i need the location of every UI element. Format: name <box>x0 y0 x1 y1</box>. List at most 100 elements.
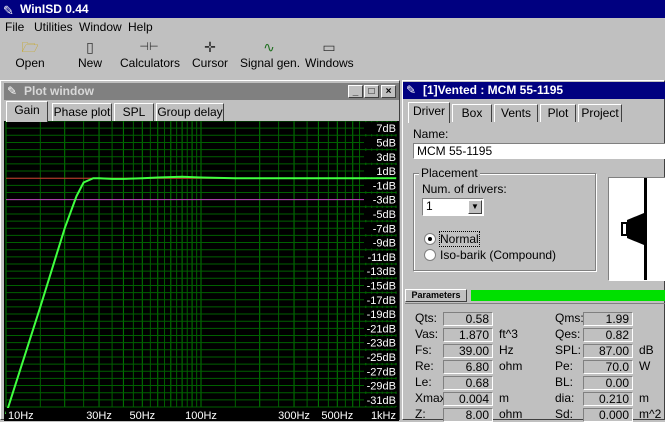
plot-window-title: Plot window <box>24 84 94 98</box>
chevron-down-icon[interactable]: ▼ <box>468 200 482 214</box>
cursor-button[interactable]: ✛ Cursor <box>190 38 230 76</box>
y-tick-label: -27dB <box>367 366 396 378</box>
x-tick-label: 10Hz <box>8 410 34 421</box>
menu-utilities[interactable]: Utilities <box>34 20 73 34</box>
param-value[interactable]: 70.0 <box>583 360 633 374</box>
close-button[interactable]: × <box>381 85 396 98</box>
y-tick-label: -23dB <box>367 338 396 350</box>
signal-gen-button[interactable]: ∿ Signal gen. <box>240 38 301 76</box>
y-tick-label: -5dB <box>373 209 396 221</box>
num-drivers-select[interactable]: 1 ▼ <box>422 198 484 216</box>
param-name: Z: <box>415 407 426 421</box>
param-value[interactable]: 39.00 <box>443 344 493 358</box>
driver-window-title: [1]Vented : MCM 55-1195 <box>423 83 564 97</box>
plot-tabs: Gain Phase plot SPL Group delay <box>4 101 399 122</box>
param-name: Re: <box>415 359 434 373</box>
signal-gen-label: Signal gen. <box>240 56 301 70</box>
new-button[interactable]: ▯ New <box>72 38 108 76</box>
param-unit: ft^3 <box>499 327 518 341</box>
divider <box>405 303 665 304</box>
menu-window[interactable]: Window <box>79 20 122 34</box>
open-label: Open <box>15 56 45 70</box>
tab-phase-plot[interactable]: Phase plot <box>52 103 112 121</box>
y-tick-label: 3dB <box>376 152 396 164</box>
plot-window-icon: ✎ <box>7 84 18 98</box>
app-title-bar: ✎ WinISD 0.44 <box>0 0 665 18</box>
placement-group: Placement Num. of drivers: 1 ▼ Normal Is… <box>413 166 596 271</box>
num-drivers-value: 1 <box>426 199 433 213</box>
param-name: Qts: <box>415 311 438 325</box>
driver-name-field[interactable]: MCM 55-1195 <box>413 143 665 159</box>
calculators-label: Calculators <box>120 56 181 70</box>
calculator-icon: ⊣⊢ <box>139 41 159 53</box>
param-value[interactable]: 1.99 <box>583 312 633 326</box>
menu-file[interactable]: File <box>5 20 24 34</box>
param-unit: Hz <box>499 343 514 357</box>
param-value[interactable]: 1.870 <box>443 328 493 342</box>
tab-spl[interactable]: SPL <box>114 103 154 121</box>
tab-project[interactable]: Project <box>578 104 622 122</box>
x-tick-label: 50Hz <box>129 410 155 421</box>
param-name: BL: <box>555 375 574 389</box>
cursor-label: Cursor <box>191 56 228 70</box>
driver-window-title-bar: ✎ [1]Vented : MCM 55-1195 <box>403 82 665 99</box>
x-tick-label: 1kHz <box>371 410 396 421</box>
parameters-indicator <box>471 290 665 301</box>
driver-window-icon: ✎ <box>406 83 417 97</box>
toolbar: 🗁 Open ▯ New ⊣⊢ Calculators ✛ Cursor ∿ S… <box>0 38 665 76</box>
radio-iso-barik-label[interactable]: Iso-barik (Compound) <box>440 248 556 262</box>
app-title: WinISD 0.44 <box>20 2 89 16</box>
y-tick-label: -3dB <box>373 195 396 207</box>
radio-normal-dot <box>428 237 432 241</box>
menu-help[interactable]: Help <box>128 20 153 34</box>
param-unit: ohm <box>499 359 523 373</box>
param-value[interactable]: 0.004 <box>443 392 493 406</box>
plot-window: ✎ Plot window _ □ × Gain Phase plot SPL … <box>0 80 400 421</box>
driver-image <box>608 177 665 281</box>
y-tick-label: -9dB <box>373 238 396 250</box>
maximize-button[interactable]: □ <box>364 85 379 98</box>
calculators-button[interactable]: ⊣⊢ Calculators <box>120 38 181 76</box>
driver-window: ✎ [1]Vented : MCM 55-1195 Driver Box Ven… <box>402 80 665 422</box>
minimize-button[interactable]: _ <box>348 85 363 98</box>
param-value[interactable]: 0.68 <box>443 376 493 390</box>
param-value[interactable]: 0.210 <box>583 392 633 406</box>
param-value[interactable]: 0.58 <box>443 312 493 326</box>
tab-box[interactable]: Box <box>452 104 492 122</box>
y-tick-label: 7dB <box>376 123 396 135</box>
tab-driver[interactable]: Driver <box>408 102 450 123</box>
gain-plot[interactable]: 7dB 5dB 3dB 1dB -1dB -3dB -5dB -7dB -9dB -11dB -13… <box>4 121 399 421</box>
new-document-icon: ▯ <box>86 39 94 55</box>
windows-button[interactable]: ▭ Windows <box>305 38 354 76</box>
param-value[interactable]: 6.80 <box>443 360 493 374</box>
y-tick-label: 5dB <box>376 137 396 149</box>
radio-normal-label[interactable]: Normal <box>439 231 480 247</box>
param-unit: m <box>639 391 649 405</box>
y-tick-label: -31dB <box>367 395 396 407</box>
parameters-tab[interactable]: Parameters <box>405 289 467 302</box>
radio-iso-barik[interactable] <box>424 249 436 261</box>
parameters-bar: Parameters <box>405 289 665 303</box>
y-tick-label: 1dB <box>376 166 396 178</box>
param-value[interactable]: 0.82 <box>583 328 633 342</box>
param-value[interactable]: 0.00 <box>583 376 633 390</box>
tab-group-delay[interactable]: Group delay <box>156 103 224 121</box>
windows-label: Windows <box>305 56 354 70</box>
tab-gain[interactable]: Gain <box>6 101 48 122</box>
param-value[interactable]: 87.00 <box>583 344 633 358</box>
param-name: Qms: <box>555 311 584 325</box>
open-button[interactable]: 🗁 Open <box>12 38 48 76</box>
param-name: Le: <box>415 375 432 389</box>
y-tick-label: -7dB <box>373 223 396 235</box>
placement-legend: Placement <box>419 166 480 180</box>
y-tick-label: -19dB <box>367 309 396 321</box>
param-unit: m^2 <box>639 407 662 421</box>
y-tick-label: -17dB <box>367 295 396 307</box>
tab-vents[interactable]: Vents <box>494 104 538 122</box>
windows-icon: ▭ <box>322 39 336 55</box>
y-tick-label: -29dB <box>367 381 396 393</box>
param-unit: W <box>639 359 651 373</box>
radio-normal[interactable] <box>424 233 436 245</box>
tab-plot[interactable]: Plot <box>540 104 576 122</box>
x-tick-label: 500Hz <box>321 410 353 421</box>
